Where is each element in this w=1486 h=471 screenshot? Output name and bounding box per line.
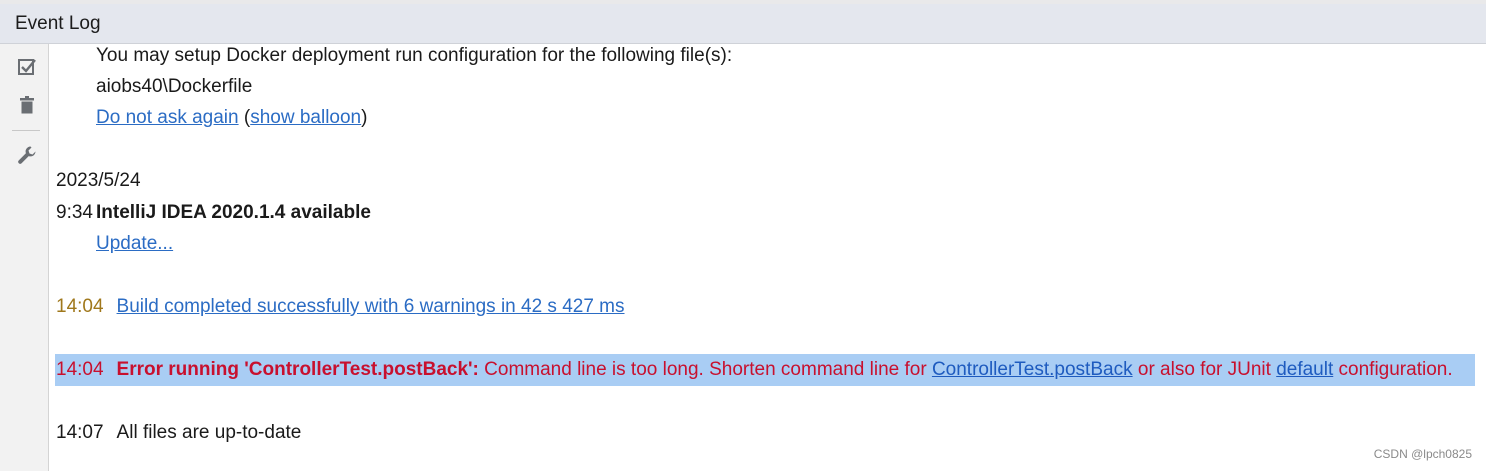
paren-close: ) [361,107,368,128]
error-message-part3: configuration. [1333,359,1453,380]
update-link[interactable]: Update... [96,233,173,254]
watermark: CSDN @lpch0825 [1373,447,1472,461]
do-not-ask-again-link[interactable]: Do not ask again [96,107,239,128]
mark-all-read-button[interactable] [14,54,40,80]
update-entry: 9:34 IntelliJ IDEA 2020.1.4 available [56,199,371,227]
date-header: 2023/5/24 [56,170,141,191]
default-config-link[interactable]: default [1276,359,1333,380]
uptodate-time: 14:07 [56,422,104,443]
build-result-link[interactable]: Build completed successfully with 6 warn… [117,296,625,317]
docker-actions: Do not ask again (show balloon) [96,104,367,132]
docker-file: aiobs40\Dockerfile [96,76,253,97]
uptodate-entry: 14:07 All files are up-to-date [56,419,301,447]
update-action: Update... [96,230,173,258]
error-message-part1: Command line is too long. Shorten comman… [478,359,932,380]
panel-title: Event Log [15,13,101,34]
event-log-toolbar [0,44,49,471]
controller-test-link[interactable]: ControllerTest.postBack [932,359,1133,380]
error-message-part2: or also for JUnit [1132,359,1277,380]
toolbar-separator [12,130,40,131]
update-title: IntelliJ IDEA 2020.1.4 available [95,202,371,223]
wrench-icon [17,145,37,165]
show-balloon-link[interactable]: show balloon [250,107,361,128]
paren-open: ( [238,107,251,128]
clear-all-button[interactable] [14,92,40,118]
docker-message: You may setup Docker deployment run conf… [96,45,733,66]
build-entry: 14:04 Build completed successfully with 6… [56,293,625,321]
update-time: 9:34 [56,202,93,223]
error-entry[interactable]: 14:04 Error running 'ControllerTest.postB… [56,356,1453,384]
trash-icon [17,95,37,115]
settings-button[interactable] [14,142,40,168]
uptodate-message: All files are up-to-date [116,422,302,443]
error-title: Error running 'ControllerTest.postBack': [116,359,479,380]
error-time: 14:04 [56,359,104,380]
checkbox-check-icon [17,57,37,77]
event-log-content: You may setup Docker deployment run conf… [49,44,1486,471]
event-log-titlebar: Event Log [0,4,1486,44]
build-time: 14:04 [56,296,104,317]
